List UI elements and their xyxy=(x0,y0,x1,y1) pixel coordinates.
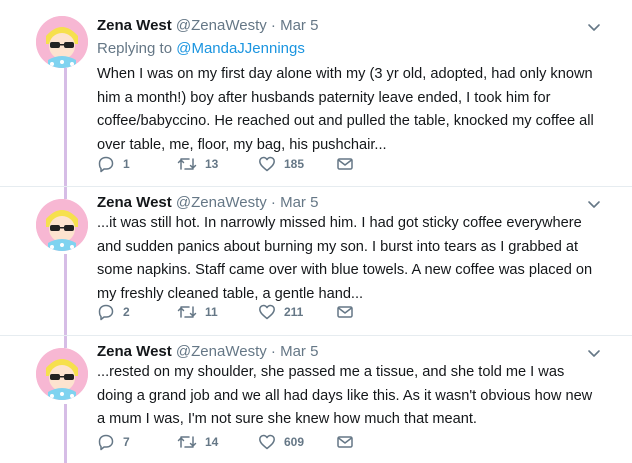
like-count: 211 xyxy=(284,305,304,319)
tweet[interactable]: Zena West @ZenaWesty · Mar 5 Replying to… xyxy=(0,0,632,186)
reply-button[interactable]: 1 xyxy=(97,154,130,174)
tweet-date[interactable]: Mar 5 xyxy=(280,343,318,360)
message-icon xyxy=(337,306,353,318)
like-count: 185 xyxy=(284,157,305,171)
chevron-down-icon[interactable] xyxy=(587,20,601,34)
retweet-count: 11 xyxy=(205,305,218,319)
tweet[interactable]: Zena West @ZenaWesty · Mar 5 ...rested o… xyxy=(0,336,632,463)
reply-count: 2 xyxy=(123,305,130,319)
tweet-date[interactable]: Mar 5 xyxy=(280,17,318,34)
author-name[interactable]: Zena West xyxy=(97,17,172,34)
reply-icon xyxy=(98,304,114,321)
retweet-icon xyxy=(177,306,197,318)
replying-prefix: Replying to xyxy=(97,40,177,57)
like-icon xyxy=(259,434,275,450)
author-handle[interactable]: @ZenaWesty xyxy=(176,17,267,34)
like-icon xyxy=(259,304,275,320)
chevron-down-icon[interactable] xyxy=(587,346,601,360)
chevron-down-icon[interactable] xyxy=(587,197,601,211)
tweet-date[interactable]: Mar 5 xyxy=(280,194,318,211)
author-name[interactable]: Zena West xyxy=(97,343,172,360)
like-icon xyxy=(259,156,275,172)
avatar-image xyxy=(36,348,88,400)
message-icon xyxy=(337,436,353,448)
message-icon xyxy=(337,158,353,170)
reply-mention-link[interactable]: @MandaJJennings xyxy=(176,40,305,57)
retweet-icon xyxy=(177,436,197,448)
like-button[interactable]: 609 xyxy=(258,432,304,452)
reply-button[interactable]: 2 xyxy=(97,302,130,322)
replying-to: Replying to @MandaJJennings xyxy=(97,39,305,59)
reply-count: 7 xyxy=(123,435,130,449)
author-handle[interactable]: @ZenaWesty xyxy=(176,194,267,211)
separator-dot: · xyxy=(270,17,276,34)
like-button[interactable]: 185 xyxy=(258,154,304,174)
tweet-text: ...rested on my shoulder, she passed me … xyxy=(97,364,593,427)
like-count: 609 xyxy=(284,435,305,449)
avatar[interactable] xyxy=(36,16,88,68)
direct-message-button[interactable] xyxy=(336,154,354,174)
separator-dot: · xyxy=(270,194,276,211)
avatar[interactable] xyxy=(36,348,88,400)
reply-count: 1 xyxy=(123,157,130,171)
author-handle[interactable]: @ZenaWesty xyxy=(176,343,267,360)
retweet-count: 13 xyxy=(205,157,219,171)
reply-icon xyxy=(98,434,114,451)
retweet-button[interactable]: 11 xyxy=(177,302,218,322)
reply-icon xyxy=(98,156,114,173)
retweet-button[interactable]: 13 xyxy=(177,154,218,174)
avatar[interactable] xyxy=(36,199,88,251)
direct-message-button[interactable] xyxy=(336,302,354,322)
retweet-icon xyxy=(177,158,197,170)
separator-dot: · xyxy=(270,343,276,360)
tweet-text: ...it was still hot. In narrowly missed … xyxy=(97,215,593,302)
avatar-image xyxy=(36,199,88,251)
direct-message-button[interactable] xyxy=(336,432,354,452)
retweet-count: 14 xyxy=(205,435,219,449)
tweet-text: When I was on my first day alone with my… xyxy=(97,66,594,153)
avatar-image xyxy=(36,16,88,68)
retweet-button[interactable]: 14 xyxy=(177,432,218,452)
reply-button[interactable]: 7 xyxy=(97,432,130,452)
tweet[interactable]: Zena West @ZenaWesty · Mar 5 ...it was s… xyxy=(0,187,632,335)
like-button[interactable]: 211 xyxy=(258,302,303,322)
author-name[interactable]: Zena West xyxy=(97,194,172,211)
